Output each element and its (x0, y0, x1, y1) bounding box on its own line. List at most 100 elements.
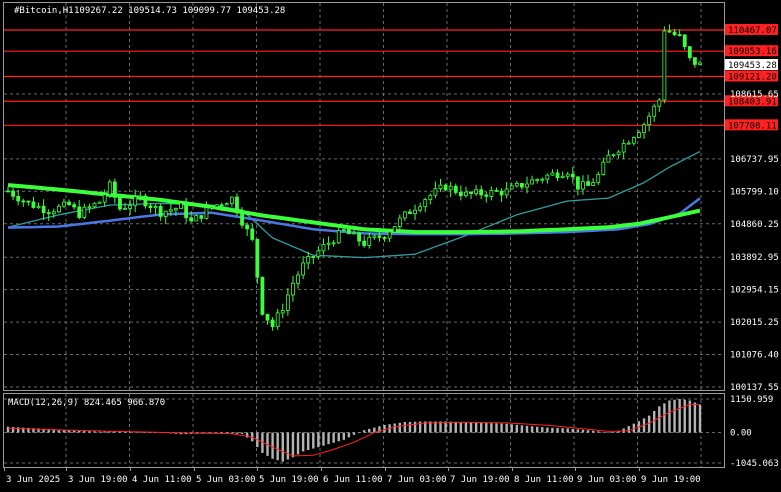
time-tick-label: 4 Jun 11:00 (132, 475, 192, 485)
macd-hist-bar (663, 403, 666, 433)
price-tick-label: 104860.25 (730, 220, 779, 230)
candle-body (143, 195, 148, 207)
candle-body (214, 204, 219, 208)
macd-hist-bar (301, 432, 305, 452)
candle-body (240, 212, 244, 226)
level-label: 109853.16 (728, 47, 777, 57)
time-tick-label: 8 Jun 11:00 (514, 475, 574, 485)
level-label: 109121.20 (728, 72, 777, 82)
macd-hist-bar (88, 431, 91, 433)
candle-body (520, 183, 524, 188)
candle-body (647, 115, 652, 126)
candle-body (484, 194, 489, 197)
candle-body (123, 207, 127, 210)
candle-body (428, 194, 433, 200)
macd-hist-bar (581, 429, 585, 433)
time-tick-label: 5 Jun 03:00 (196, 475, 256, 485)
candle-body (168, 209, 173, 212)
macd-hist-bar (607, 432, 610, 434)
price-tick-label: 101076.40 (730, 351, 779, 361)
macd-hist-bar (505, 423, 508, 433)
candle-body (642, 124, 646, 133)
candle-body (596, 174, 601, 184)
macd-hist-bar (480, 422, 483, 433)
candle-body (611, 154, 616, 157)
candle-body (11, 190, 15, 197)
macd-hist-bar (317, 432, 320, 448)
candle-body (97, 201, 102, 204)
time-tick-label: 9 Jun 19:00 (641, 475, 701, 485)
chart-header-symbol: #Bitcoin,H1 (14, 6, 74, 16)
price-tick-label: 102015.25 (730, 318, 779, 328)
macd-hist-bar (683, 399, 686, 433)
macd-hist-bar (698, 404, 702, 433)
candle-body (204, 207, 209, 219)
macd-hist-bar (312, 432, 315, 449)
macd-hist-bar (459, 421, 463, 433)
candle-body (341, 229, 346, 231)
candle-body (270, 319, 275, 328)
candle-body (377, 235, 382, 238)
macd-hist-bar (500, 423, 503, 433)
candle-body (31, 201, 36, 208)
candle-body (326, 242, 331, 245)
macd-hist-bar (551, 427, 554, 433)
candle-body (255, 239, 260, 278)
candle-body (148, 205, 153, 209)
candle-body (540, 178, 545, 181)
macd-hist-bar (627, 426, 630, 433)
price-tick-label: 102954.15 (730, 286, 779, 296)
candle-body (550, 172, 555, 176)
macd-hist-bar (368, 428, 371, 433)
candle-body (362, 240, 367, 246)
macd-hist-bar (530, 426, 534, 433)
candle-body (631, 137, 636, 144)
time-tick-label: 7 Jun 03:00 (387, 475, 447, 485)
candle-body (209, 206, 214, 209)
macd-hist-bar (332, 432, 335, 443)
macd-hist-bar (658, 406, 661, 433)
candle-body (6, 190, 10, 193)
macd-hist-bar (474, 422, 478, 433)
macd-hist-bar (362, 430, 366, 433)
candle-body (575, 176, 580, 190)
candle-body (448, 185, 453, 191)
chart-canvas[interactable]: 110467.07109853.16109121.20108403.911077… (0, 0, 781, 489)
chart-window[interactable]: 110467.07 109853.16 109121.20 108403.91 1077… (0, 0, 781, 489)
macd-hist-bar (235, 432, 239, 434)
candle-body (77, 206, 82, 218)
candle-body (280, 310, 285, 314)
current-price-label: 109453.28 (728, 61, 777, 71)
time-tick-label: 5 Jun 19:00 (259, 475, 319, 485)
macd-hist-bar (454, 421, 457, 433)
candle-body (82, 206, 87, 218)
candle-body (677, 34, 682, 37)
candle-body (525, 183, 529, 188)
candle-body (402, 211, 407, 219)
candle-body (331, 242, 336, 245)
price-tick-label: 100137.55 (730, 383, 779, 393)
candle-body (306, 256, 311, 264)
macd-hist-bar (525, 425, 529, 433)
candle-body (265, 313, 270, 321)
macd-hist-bar (403, 422, 407, 433)
macd-hist-bar (541, 427, 544, 433)
candle-body (657, 99, 662, 107)
macd-hist-bar (597, 431, 600, 433)
candle-body (51, 211, 56, 215)
level-label: 107708.11 (728, 121, 777, 131)
candle-body (672, 31, 677, 36)
time-tick-label: 3 Jun 2025 (6, 475, 60, 485)
time-tick-label: 9 Jun 03:00 (577, 475, 637, 485)
candle-body (291, 282, 295, 296)
macd-hist-bar (291, 432, 295, 458)
macd-hist-bar (693, 402, 697, 433)
macd-hist-bar (520, 425, 524, 433)
candle-body (26, 200, 31, 203)
candle-body (555, 172, 560, 179)
candle-body (581, 181, 585, 190)
candle-body (112, 181, 117, 198)
candle-body (469, 191, 473, 194)
macd-hist-bar (546, 427, 549, 433)
candle-body (41, 205, 46, 214)
